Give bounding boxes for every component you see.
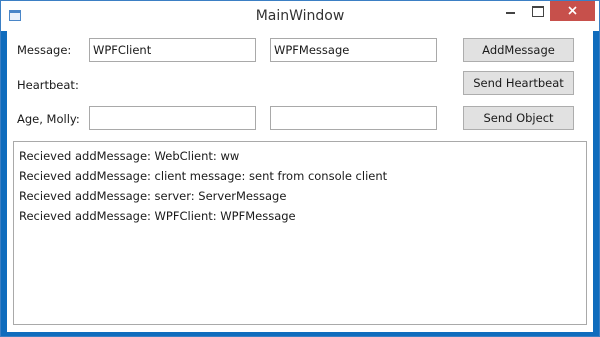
- message-log[interactable]: Recieved addMessage: WebClient: ww Recie…: [13, 141, 587, 325]
- age-molly-label: Age, Molly:: [17, 112, 80, 126]
- client-area: Message: AddMessage Heartbeat: Send Hear…: [7, 31, 593, 332]
- main-window: MainWindow Message: AddMessage Heartbeat…: [0, 0, 600, 337]
- title-bar[interactable]: MainWindow: [1, 1, 599, 31]
- heartbeat-label: Heartbeat:: [17, 78, 79, 92]
- minimize-button[interactable]: [498, 1, 524, 21]
- send-object-button[interactable]: Send Object: [463, 106, 574, 130]
- send-heartbeat-button[interactable]: Send Heartbeat: [463, 71, 574, 95]
- message-label: Message:: [17, 43, 72, 57]
- list-item[interactable]: Recieved addMessage: client message: sen…: [19, 166, 581, 186]
- list-item[interactable]: Recieved addMessage: WPFClient: WPFMessa…: [19, 206, 581, 226]
- molly-field[interactable]: [270, 106, 437, 130]
- close-icon: [568, 6, 577, 15]
- client-name-field[interactable]: [89, 38, 256, 62]
- age-field[interactable]: [89, 106, 256, 130]
- close-button[interactable]: [550, 1, 595, 21]
- list-item[interactable]: Recieved addMessage: WebClient: ww: [19, 146, 581, 166]
- list-item[interactable]: Recieved addMessage: server: ServerMessa…: [19, 186, 581, 206]
- message-field[interactable]: [270, 38, 437, 62]
- maximize-button[interactable]: [524, 1, 550, 21]
- add-message-button[interactable]: AddMessage: [463, 38, 574, 62]
